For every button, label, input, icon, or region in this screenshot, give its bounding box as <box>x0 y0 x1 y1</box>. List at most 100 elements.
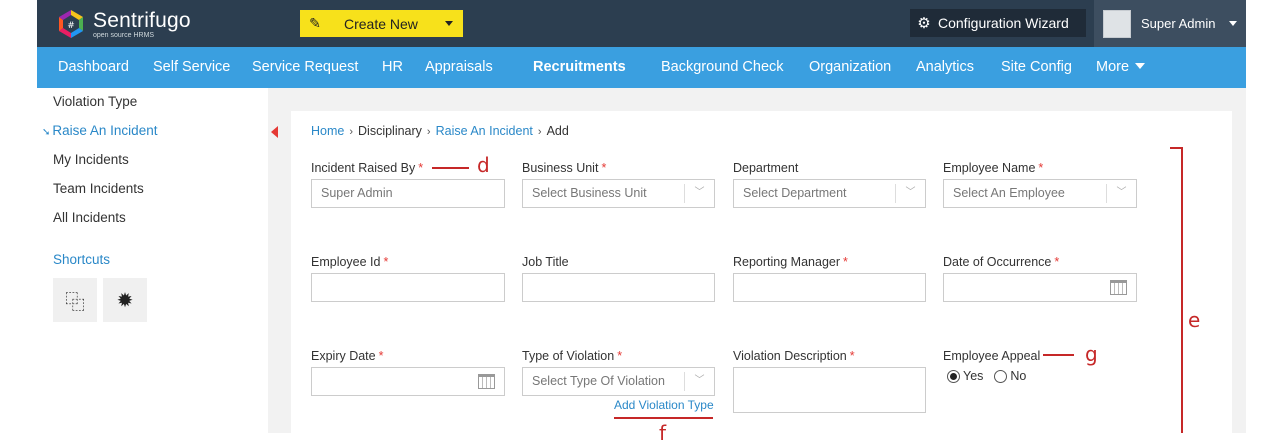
arrow-right-icon: ➘ <box>42 127 51 138</box>
sidebar-item-violation-type[interactable]: Violation Type <box>53 94 137 109</box>
appeal-no-radio[interactable] <box>994 369 1008 383</box>
type-of-violation-placeholder: Select Type Of Violation <box>532 374 665 388</box>
business-unit-label-text: Business Unit <box>522 161 599 175</box>
gears-icon: ⚙ <box>917 15 931 32</box>
nav-service-request[interactable]: Service Request <box>252 47 358 88</box>
shortcut-settings[interactable]: ✹ <box>103 278 147 322</box>
breadcrumb-home[interactable]: Home <box>311 124 344 138</box>
annotation-bracket-e <box>1181 147 1183 433</box>
annotation-label-e: e <box>1188 308 1201 332</box>
svg-text:#: # <box>67 21 75 31</box>
chevron-down-icon <box>1229 21 1237 26</box>
employee-name-label-text: Employee Name <box>943 161 1036 175</box>
user-name: Super Admin <box>1141 16 1216 31</box>
breadcrumb: Home › Disciplinary › Raise An Incident › Add <box>311 124 569 138</box>
reporting-manager-label-text: Reporting Manager <box>733 255 841 269</box>
employee-name-select[interactable]: Select An Employee ﹀ <box>943 179 1137 208</box>
nav-more[interactable]: More <box>1096 47 1146 88</box>
nav-dashboard[interactable]: Dashboard <box>58 47 129 88</box>
org-chart-icon: ⿻ <box>65 291 85 314</box>
sidebar-item-all-incidents[interactable]: All Incidents <box>53 210 126 225</box>
violation-description-label: Violation Description * <box>733 349 855 363</box>
employee-id-label-text: Employee Id <box>311 255 381 269</box>
reporting-manager-input[interactable] <box>733 273 926 302</box>
business-unit-placeholder: Select Business Unit <box>532 186 647 200</box>
required-marker: * <box>843 255 848 269</box>
pencil-icon: ✎ <box>309 15 321 31</box>
incident-raised-by-field[interactable]: Super Admin <box>311 179 505 208</box>
breadcrumb-raise-an-incident[interactable]: Raise An Incident <box>436 124 533 138</box>
nav-site-config[interactable]: Site Config <box>1001 47 1072 88</box>
appeal-yes-radio[interactable] <box>947 369 960 383</box>
expiry-date-label: Expiry Date * <box>311 349 383 363</box>
calendar-icon[interactable] <box>478 374 495 389</box>
shortcuts-title: Shortcuts <box>53 252 111 267</box>
annotation-label-f: f <box>659 421 667 445</box>
required-marker: * <box>617 349 623 363</box>
violation-description-textarea[interactable] <box>733 367 926 413</box>
chevron-right-icon: › <box>349 126 354 138</box>
nav-organization[interactable]: Organization <box>809 47 891 88</box>
avatar <box>1103 9 1131 38</box>
date-of-occurrence-label: Date of Occurrence * <box>943 255 1059 269</box>
sidebar: Violation Type ➘ Raise An Incident My Inc… <box>37 88 268 433</box>
expiry-date-input[interactable] <box>311 367 505 396</box>
business-unit-select[interactable]: Select Business Unit ﹀ <box>522 179 715 208</box>
chevron-down-icon <box>445 21 453 26</box>
nav-recruitments[interactable]: Recruitments <box>533 47 626 88</box>
calendar-icon[interactable] <box>1110 280 1127 295</box>
logo[interactable]: # Sentrifugo open source HRMS <box>53 8 233 40</box>
employee-id-input[interactable] <box>311 273 505 302</box>
employee-name-label: Employee Name * <box>943 161 1043 175</box>
chevron-down-icon: ﹀ <box>895 184 925 203</box>
date-of-occurrence-input[interactable] <box>943 273 1137 302</box>
incident-raised-by-label: Incident Raised By * <box>311 161 423 175</box>
expiry-date-label-text: Expiry Date <box>311 349 376 363</box>
appeal-yes-label: Yes <box>963 369 984 383</box>
date-of-occurrence-label-text: Date of Occurrence <box>943 255 1052 269</box>
gear-icon: ✹ <box>116 289 134 312</box>
department-placeholder: Select Department <box>743 186 847 200</box>
logo-name: Sentrifugo <box>93 8 191 32</box>
annotation-label-d: d <box>477 153 490 177</box>
configuration-wizard-button[interactable]: ⚙ Configuration Wizard <box>910 9 1086 37</box>
nav-self-service[interactable]: Self Service <box>153 47 230 88</box>
incident-form-panel: Home › Disciplinary › Raise An Incident › Add … <box>291 111 1232 433</box>
chevron-down-icon: ﹀ <box>684 372 714 391</box>
employee-name-placeholder: Select An Employee <box>953 186 1065 200</box>
sidebar-item-team-incidents[interactable]: Team Incidents <box>53 181 144 196</box>
employee-appeal-radio-group: Yes No <box>947 369 1026 383</box>
top-bar: # Sentrifugo open source HRMS ✎ Create N… <box>37 0 1246 47</box>
required-marker: * <box>383 255 389 269</box>
annotation-line-g <box>1043 354 1074 356</box>
chevron-right-icon: › <box>426 126 431 138</box>
job-title-input[interactable] <box>522 273 715 302</box>
department-label: Department <box>733 161 799 175</box>
shortcut-org-chart[interactable]: ⿻ <box>53 278 97 322</box>
nav-hr[interactable]: HR <box>382 47 403 88</box>
user-menu[interactable]: Super Admin <box>1094 0 1246 47</box>
sidebar-item-label: Raise An Incident <box>52 123 158 138</box>
business-unit-label: Business Unit * <box>522 161 606 175</box>
type-of-violation-select[interactable]: Select Type Of Violation ﹀ <box>522 367 715 396</box>
nav-appraisals[interactable]: Appraisals <box>425 47 493 88</box>
annotation-label-g: g <box>1085 342 1098 366</box>
chevron-down-icon: ﹀ <box>1106 184 1136 203</box>
required-marker: * <box>849 349 855 363</box>
violation-description-label-text: Violation Description <box>733 349 847 363</box>
sentrifugo-logo-icon: # <box>59 10 83 38</box>
incident-raised-by-label-text: Incident Raised By <box>311 161 416 175</box>
sidebar-item-raise-an-incident[interactable]: ➘ Raise An Incident <box>42 123 157 138</box>
breadcrumb-add: Add <box>546 124 569 138</box>
appeal-no-label: No <box>1010 369 1027 383</box>
type-of-violation-label-text: Type of Violation <box>522 349 615 363</box>
caret-down-icon <box>1135 63 1146 69</box>
nav-background-check[interactable]: Background Check <box>661 47 784 88</box>
nav-analytics[interactable]: Analytics <box>916 47 974 88</box>
collapse-sidebar-icon[interactable] <box>271 126 278 138</box>
employee-appeal-label: Employee Appeal <box>943 349 1041 363</box>
add-violation-type-link[interactable]: Add Violation Type <box>614 398 714 412</box>
create-new-button[interactable]: ✎ Create New <box>300 10 463 37</box>
sidebar-item-my-incidents[interactable]: My Incidents <box>53 152 129 167</box>
department-select[interactable]: Select Department ﹀ <box>733 179 926 208</box>
